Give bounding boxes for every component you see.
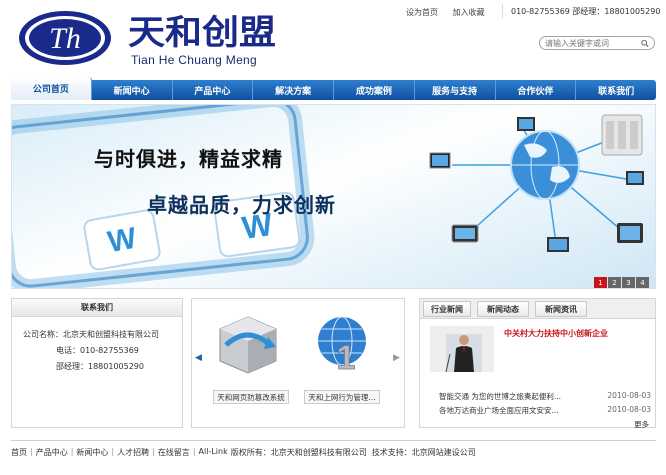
news-item[interactable]: 各地万达商业广场全面应用文安安... 2010-08-03 [439, 405, 651, 416]
nav-item-partners[interactable]: 合作伙伴 [496, 80, 577, 100]
contact-panel-title: 联系我们 [12, 299, 182, 317]
phone-info: 010-82755369 邵经理：18801005290 [502, 4, 661, 19]
search-box [539, 36, 655, 50]
tab-news-info[interactable]: 新闻资讯 [535, 301, 587, 317]
add-favorite-link[interactable]: 加入收藏 [453, 8, 485, 17]
svg-text:天和创盟: 天和创盟 [128, 13, 276, 50]
news-item-title: 智能交通 为您的世博之旅奏起便利... [439, 392, 562, 401]
company-logo-icon[interactable]: Th [16, 8, 114, 68]
footer-copyright: 版权所有：北京天和创盟科技有限公司 [230, 448, 367, 457]
news-panel: 行业新闻 新闻动态 新闻资讯 中关村大力扶持中小创新企业 智能交通 为您的世博之… [419, 298, 656, 430]
nav-item-products[interactable]: 产品中心 [173, 80, 254, 100]
nav-item-contact[interactable]: 联系我们 [576, 80, 656, 100]
banner-page-3[interactable]: 3 [622, 277, 635, 288]
footer-link-message[interactable]: 在线留言 [158, 447, 190, 458]
tab-news-updates[interactable]: 新闻动态 [477, 301, 529, 317]
brand-name-en: Tian He Chuang Meng [131, 53, 257, 67]
footer-separator: | [152, 447, 155, 456]
cube-product-icon[interactable] [212, 311, 284, 381]
footer-separator: | [192, 447, 196, 456]
header: Th 天和创盟 Tian He Chuang Meng 设为首页 加入收藏 01… [0, 0, 666, 76]
banner-page-4[interactable]: 4 [636, 277, 649, 288]
nav-item-news[interactable]: 新闻中心 [92, 80, 173, 100]
news-item-date: 2010-08-03 [607, 405, 651, 414]
brand-name-cn: 天和创盟 [128, 13, 276, 50]
news-item-title: 各地万达商业广场全面应用文安安... [439, 406, 559, 415]
search-input[interactable] [545, 38, 641, 48]
search-icon[interactable] [641, 39, 649, 48]
contact-company: 公司名称：北京天和创盟科技有限公司 [23, 330, 159, 339]
news-headline[interactable]: 中关村大力扶持中小创新企业 [504, 328, 608, 339]
banner-slogan-2: 卓越品质，力求创新 [147, 193, 336, 217]
banner-slogan-1: 与时俱进，精益求精 [94, 147, 283, 171]
top-links: 设为首页 加入收藏 [406, 7, 497, 18]
product-label-1[interactable]: 天和网页防篡改系统 [213, 390, 289, 404]
logo-letters: Th [49, 22, 81, 55]
footer-support: 技术支持：北京网站建设公司 [371, 448, 476, 457]
next-arrow-icon[interactable]: ▶ [393, 353, 400, 363]
prev-arrow-icon[interactable]: ◀ [195, 353, 202, 363]
globe-icon [510, 130, 580, 200]
nav-item-cases[interactable]: 成功案例 [334, 80, 415, 100]
banner-page-2[interactable]: 2 [608, 277, 621, 288]
set-homepage-link[interactable]: 设为首页 [406, 8, 438, 17]
hero-banner[interactable]: W W 与时俱进，精益求精 卓越品质，力求创新 1 2 3 4 [11, 104, 656, 289]
nav-item-home[interactable]: 公司首页 [11, 77, 92, 100]
banner-page-1[interactable]: 1 [594, 277, 607, 288]
banner-pager: 1 2 3 4 [593, 277, 649, 288]
footer-link-news[interactable]: 新闻中心 [76, 447, 108, 458]
footer-separator: | [30, 447, 33, 456]
footer-link-products[interactable]: 产品中心 [36, 447, 68, 458]
footer-link-home[interactable]: 首页 [11, 447, 27, 458]
news-more-link[interactable]: 更多 [634, 419, 649, 430]
contact-panel: 联系我们 公司名称：北京天和创盟科技有限公司 电话：010-82755369 邵… [11, 298, 183, 428]
news-tabs: 行业新闻 新闻动态 新闻资讯 [420, 299, 655, 319]
footer-separator: | [70, 447, 74, 456]
news-item-date: 2010-08-03 [607, 391, 651, 400]
globe-product-icon[interactable]: 1 [308, 311, 380, 381]
footer-separator: | [111, 447, 115, 456]
footer-link-jobs[interactable]: 人才招聘 [117, 447, 149, 458]
product-label-2[interactable]: 天和上网行为管理... [304, 390, 380, 404]
contact-manager: 邵经理：18801005290 [56, 362, 144, 371]
phone-text: 010-82755369 邵经理：18801005290 [511, 7, 661, 16]
news-item[interactable]: 智能交通 为您的世博之旅奏起便利... 2010-08-03 [439, 391, 651, 402]
svg-text:1: 1 [337, 339, 356, 377]
tab-industry-news[interactable]: 行业新闻 [423, 301, 471, 317]
footer-link-alllink[interactable]: All-Link [199, 447, 228, 458]
product-showcase: ◀ ▶ 1 天和网页防篡改系统 天和上网行为管理... [191, 298, 405, 428]
footer: 首页 | 产品中心 | 新闻中心 | 人才招聘 | 在线留言 | All-Lin… [11, 440, 656, 458]
main-nav: 公司首页 新闻中心 产品中心 解决方案 成功案例 服务与支持 合作伙伴 联系我们 [11, 77, 656, 100]
news-photo[interactable] [430, 326, 494, 372]
nav-item-support[interactable]: 服务与支持 [415, 80, 496, 100]
nav-item-solutions[interactable]: 解决方案 [253, 80, 334, 100]
contact-phone: 电话：010-82755369 [56, 346, 139, 355]
